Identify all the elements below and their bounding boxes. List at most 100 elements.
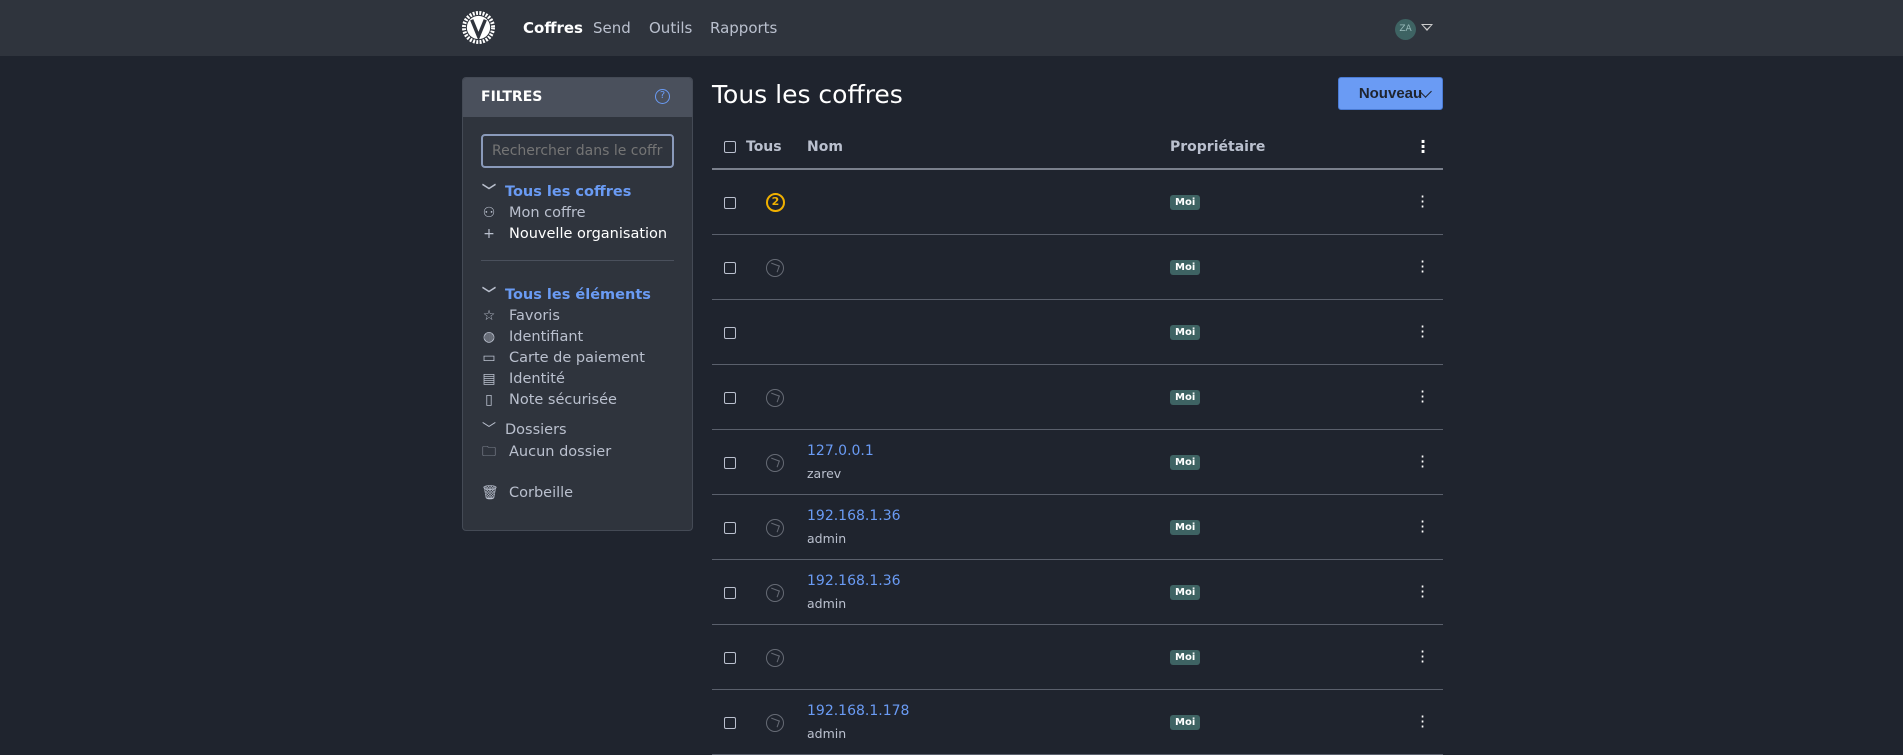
star-icon: ☆ bbox=[482, 308, 496, 324]
filter-trash[interactable]: 🗑 Corbeille bbox=[481, 485, 573, 501]
filter-no-folder[interactable]: 🗀 Aucun dossier bbox=[481, 444, 611, 460]
globe-icon bbox=[766, 259, 784, 277]
owner-badge: Moi bbox=[1170, 260, 1201, 275]
item-username: admin bbox=[807, 531, 847, 546]
label: Nouveau bbox=[1358, 85, 1423, 102]
row-options-icon[interactable]: · · · bbox=[1420, 514, 1425, 540]
vault-search-input[interactable] bbox=[481, 134, 674, 168]
filter-favorites[interactable]: ☆ Favoris bbox=[481, 308, 560, 324]
row-options-icon[interactable]: · · · bbox=[1420, 319, 1425, 345]
row-checkbox[interactable] bbox=[724, 327, 736, 339]
filters-sidebar: FILTRES ? ﹀Tous les coffres ⚇Mon coffre … bbox=[462, 77, 693, 531]
owner-badge: Moi bbox=[1170, 585, 1201, 600]
item-name-link[interactable]: 192.168.1.36 bbox=[807, 508, 901, 524]
table-row: 192.168.1.178 admin Moi · · · bbox=[712, 690, 1443, 755]
vaultwarden-logo[interactable] bbox=[462, 11, 495, 44]
row-options-icon[interactable]: · · · bbox=[1420, 644, 1425, 670]
label: Nouvelle organisation bbox=[509, 226, 668, 242]
row-checkbox[interactable] bbox=[724, 392, 736, 404]
globe-icon bbox=[766, 454, 784, 472]
row-options-icon[interactable]: · · · bbox=[1420, 254, 1425, 280]
row-options-icon[interactable]: · · · bbox=[1420, 189, 1425, 215]
table-row: 192.168.1.36 admin Moi · · · bbox=[712, 495, 1443, 560]
filter-my-vault[interactable]: ⚇ Mon coffre bbox=[481, 205, 586, 221]
globe-icon: ◍ bbox=[482, 329, 496, 345]
page-title: Tous les coffres bbox=[712, 80, 903, 109]
label: Identité bbox=[509, 371, 565, 387]
more-options-icon[interactable]: · · · bbox=[1420, 134, 1426, 160]
nav-rapports[interactable]: Rapports bbox=[710, 19, 777, 37]
row-checkbox[interactable] bbox=[724, 262, 736, 274]
row-options-icon[interactable]: · · · bbox=[1420, 709, 1425, 735]
trash-icon: 🗑 bbox=[481, 485, 499, 501]
row-checkbox[interactable] bbox=[724, 197, 736, 209]
new-item-button[interactable]: Nouveau bbox=[1338, 77, 1443, 110]
row-checkbox[interactable] bbox=[724, 522, 736, 534]
globe-icon bbox=[766, 584, 784, 602]
item-name-link[interactable]: 192.168.1.36 bbox=[807, 573, 901, 589]
credit-card-icon: ▭ bbox=[482, 350, 496, 366]
filter-all-items[interactable]: ﹀ Tous les éléments bbox=[481, 287, 651, 303]
owner-badge: Moi bbox=[1170, 195, 1201, 210]
nav-send[interactable]: Send bbox=[593, 19, 631, 37]
help-icon[interactable]: ? bbox=[655, 89, 670, 104]
item-name-link[interactable]: 192.168.1.178 bbox=[807, 703, 909, 719]
table-row: 2 Moi · · · bbox=[712, 170, 1443, 235]
owner-badge: Moi bbox=[1170, 715, 1201, 730]
label: Favoris bbox=[509, 308, 560, 324]
owner-badge: Moi bbox=[1170, 325, 1201, 340]
avatar[interactable]: ZA bbox=[1395, 19, 1416, 40]
table-header: Tous Nom Propriétaire · · · bbox=[712, 130, 1443, 170]
plus-icon: + bbox=[483, 226, 495, 242]
label: Identifiant bbox=[509, 329, 584, 345]
nav-outils[interactable]: Outils bbox=[649, 19, 692, 37]
owner-badge: Moi bbox=[1170, 650, 1201, 665]
owner-badge: Moi bbox=[1170, 455, 1201, 470]
sticky-note-icon: ▯ bbox=[485, 392, 493, 408]
col-owner[interactable]: Propriétaire bbox=[1170, 139, 1265, 155]
item-name-link[interactable]: 127.0.0.1 bbox=[807, 443, 874, 459]
label: Tous les coffres bbox=[505, 184, 632, 200]
filter-identity[interactable]: ▤ Identité bbox=[481, 371, 565, 387]
col-name[interactable]: Nom bbox=[807, 139, 843, 155]
table-row: Moi · · · bbox=[712, 235, 1443, 300]
chevron-down-icon: ﹀ bbox=[482, 287, 496, 303]
row-options-icon[interactable]: · · · bbox=[1420, 449, 1425, 475]
row-checkbox[interactable] bbox=[724, 587, 736, 599]
col-all: Tous bbox=[746, 139, 782, 155]
row-checkbox[interactable] bbox=[724, 652, 736, 664]
row-options-icon[interactable]: · · · bbox=[1420, 579, 1425, 605]
row-checkbox[interactable] bbox=[724, 717, 736, 729]
filter-folders[interactable]: ﹀ Dossiers bbox=[481, 422, 567, 438]
new-organization-link[interactable]: + Nouvelle organisation bbox=[481, 226, 667, 242]
top-navbar: Coffres Send Outils Rapports ZA bbox=[0, 0, 1903, 56]
table-row: 192.168.1.36 admin Moi · · · bbox=[712, 560, 1443, 625]
chevron-down-icon: ﹀ bbox=[482, 184, 496, 200]
label: Note sécurisée bbox=[509, 392, 617, 408]
table-row: Moi · · · bbox=[712, 625, 1443, 690]
item-username: admin bbox=[807, 596, 847, 611]
owner-badge: Moi bbox=[1170, 390, 1201, 405]
globe-icon bbox=[766, 519, 784, 537]
filter-all-vaults[interactable]: ﹀ Tous les coffres bbox=[481, 184, 631, 200]
filter-login[interactable]: ◍ Identifiant bbox=[481, 329, 583, 345]
id-card-icon: ▤ bbox=[482, 371, 496, 387]
nav-coffres[interactable]: Coffres bbox=[523, 19, 583, 37]
table-row: Moi · · · bbox=[712, 300, 1443, 365]
number-2-icon: 2 bbox=[766, 193, 785, 212]
label: Tous les éléments bbox=[505, 287, 651, 303]
item-username: zarev bbox=[807, 466, 842, 481]
label: Mon coffre bbox=[509, 205, 586, 221]
row-options-icon[interactable]: · · · bbox=[1420, 384, 1425, 410]
label: Aucun dossier bbox=[509, 444, 612, 460]
caret-down-icon[interactable] bbox=[1421, 24, 1433, 31]
chevron-down-icon: ﹀ bbox=[482, 422, 496, 438]
owner-badge: Moi bbox=[1170, 520, 1201, 535]
divider bbox=[481, 260, 674, 261]
label: Corbeille bbox=[509, 485, 574, 501]
filter-secure-note[interactable]: ▯ Note sécurisée bbox=[481, 392, 617, 408]
globe-icon bbox=[766, 714, 784, 732]
row-checkbox[interactable] bbox=[724, 457, 736, 469]
filter-card[interactable]: ▭ Carte de paiement bbox=[481, 350, 645, 366]
select-all-checkbox[interactable] bbox=[724, 141, 736, 153]
